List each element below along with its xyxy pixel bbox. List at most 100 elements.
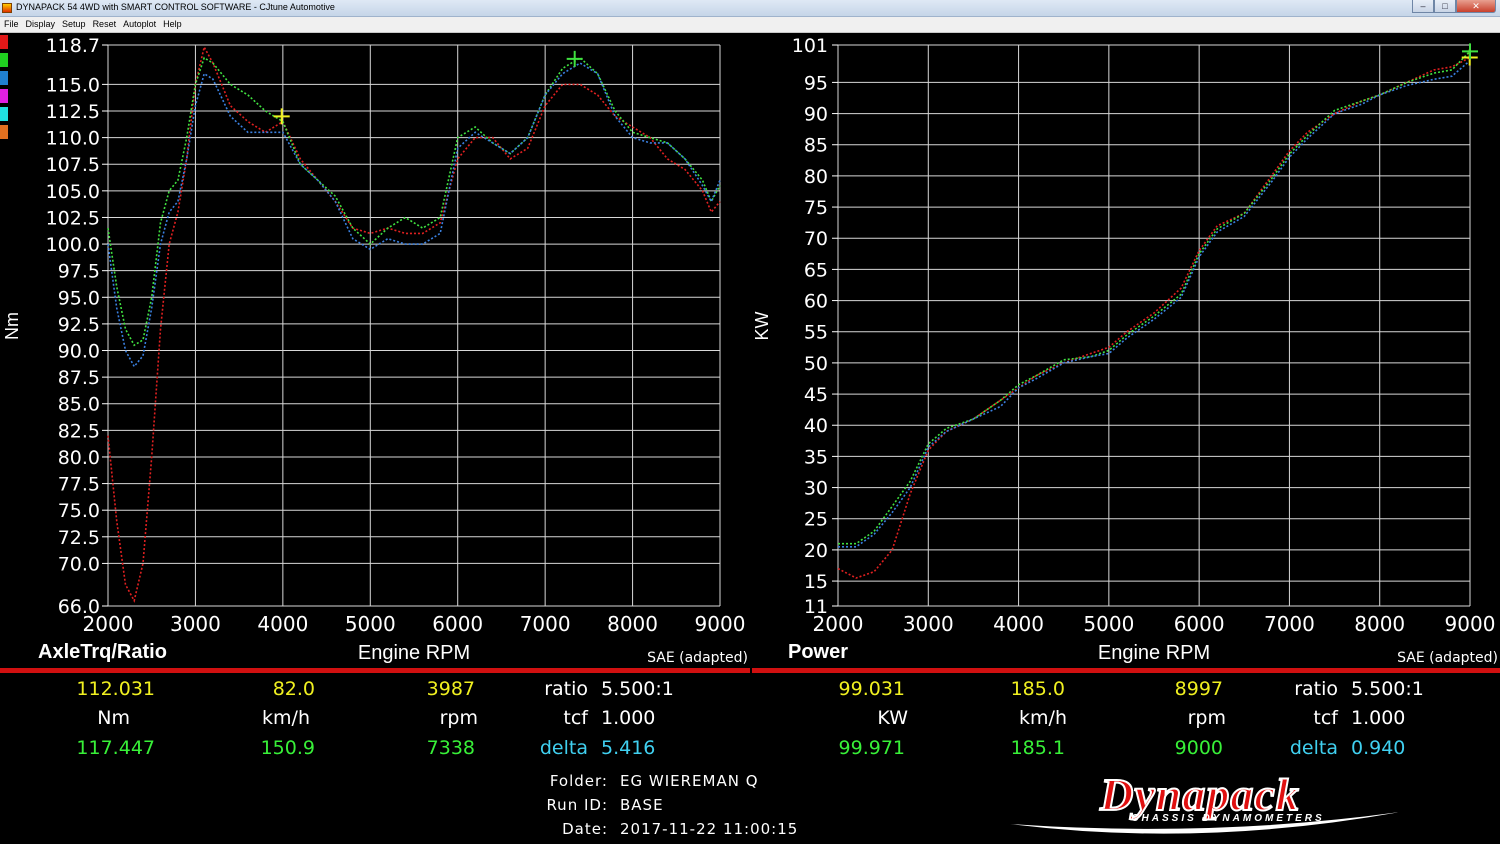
y-tick-label: 110.0 xyxy=(46,128,100,150)
right-cursor-speed: 185.0 xyxy=(1010,678,1065,700)
logo-tagline: CHASSIS DYNAMOMETERS xyxy=(1131,813,1324,824)
y-axis-label: KW xyxy=(752,311,772,340)
x-tick-label: 9000 xyxy=(695,612,746,636)
left-cursor-rpm: 3987 xyxy=(426,678,475,700)
right-cursor-power: 99.031 xyxy=(838,678,905,700)
x-tick-label: 4000 xyxy=(993,612,1044,636)
y-tick-label: 105.0 xyxy=(46,181,100,203)
left-peak-rpm: 7338 xyxy=(426,737,475,759)
dynapack-logo: Dynapack CHASSIS DYNAMOMETERS xyxy=(1010,772,1400,834)
y-tick-label: 75.0 xyxy=(58,500,100,522)
y-tick-label: 118.7 xyxy=(46,35,100,57)
y-tick-label: 20 xyxy=(804,540,828,562)
x-tick-label: 9000 xyxy=(1445,612,1496,636)
chart-panel-0: 2000 3000 4000 5000 6000 7000 8000 900066.070.0… xyxy=(2,35,748,666)
left-unit-rpm: rpm xyxy=(439,707,478,729)
correction-label: SAE (adapted) xyxy=(1397,650,1498,666)
y-tick-label: 35 xyxy=(804,446,828,468)
x-axis-label: Engine RPM xyxy=(1098,642,1210,664)
left-delta-value: 5.416 xyxy=(601,737,656,759)
series-line-1 xyxy=(107,56,721,347)
y-tick-label: 87.5 xyxy=(58,367,100,389)
y-tick-label: 95.0 xyxy=(58,287,100,309)
panel-title: Power xyxy=(788,641,848,663)
right-tcf-value: 1.000 xyxy=(1351,707,1406,729)
right-unit-speed: km/h xyxy=(1019,707,1067,729)
right-peak-power: 99.971 xyxy=(838,737,905,759)
y-tick-label: 101 xyxy=(792,35,828,57)
x-tick-label: 3000 xyxy=(170,612,221,636)
run-id-label: Run ID: xyxy=(546,796,608,814)
y-tick-label: 90 xyxy=(804,104,828,126)
chart-panel-1: 2000 3000 4000 5000 6000 7000 8000 900011152025… xyxy=(752,35,1498,666)
y-tick-label: 70 xyxy=(804,228,828,250)
left-delta-label: delta xyxy=(539,737,588,759)
left-tcf-label: tcf xyxy=(563,707,588,729)
correction-label: SAE (adapted) xyxy=(647,650,748,666)
right-delta-value: 0.940 xyxy=(1351,737,1406,759)
left-ratio-label: ratio xyxy=(544,678,588,700)
y-tick-label: 90.0 xyxy=(58,341,100,363)
y-tick-label: 60 xyxy=(804,291,828,313)
right-peak-rpm: 9000 xyxy=(1174,737,1223,759)
left-cursor-speed: 82.0 xyxy=(272,678,315,700)
x-tick-label: 7000 xyxy=(1264,612,1315,636)
right-peak-speed: 185.1 xyxy=(1010,737,1065,759)
x-tick-label: 5000 xyxy=(345,612,396,636)
folder-label: Folder: xyxy=(549,772,608,790)
y-tick-label: 77.5 xyxy=(58,474,100,496)
right-unit-power: KW xyxy=(877,707,908,729)
x-tick-label: 4000 xyxy=(257,612,308,636)
right-delta-label: delta xyxy=(1289,737,1338,759)
y-tick-label: 75 xyxy=(804,197,828,219)
y-tick-label: 102.5 xyxy=(46,207,100,229)
separator-right xyxy=(752,668,1500,673)
y-tick-label: 40 xyxy=(804,415,828,437)
y-tick-label: 100.0 xyxy=(46,234,100,256)
x-tick-label: 3000 xyxy=(903,612,954,636)
series-line-0 xyxy=(837,56,1471,579)
y-tick-label: 72.5 xyxy=(58,527,100,549)
y-tick-label: 50 xyxy=(804,353,828,375)
y-tick-label: 115.0 xyxy=(46,74,100,96)
x-tick-label: 7000 xyxy=(520,612,571,636)
y-tick-label: 11 xyxy=(804,596,828,618)
y-tick-label: 15 xyxy=(804,571,828,593)
left-cursor-torque: 112.031 xyxy=(76,678,155,700)
left-unit-torque: Nm xyxy=(97,707,130,729)
panel-title: AxleTrq/Ratio xyxy=(38,641,167,663)
y-tick-label: 30 xyxy=(804,478,828,500)
y-tick-label: 112.5 xyxy=(46,101,100,123)
y-tick-label: 80 xyxy=(804,166,828,188)
y-tick-label: 80.0 xyxy=(58,447,100,469)
peak-marker xyxy=(566,50,583,67)
x-tick-label: 6000 xyxy=(1174,612,1225,636)
y-tick-label: 95 xyxy=(804,72,828,94)
x-tick-label: 8000 xyxy=(607,612,658,636)
left-peak-torque: 117.447 xyxy=(76,737,155,759)
y-tick-label: 85 xyxy=(804,135,828,157)
y-tick-label: 55 xyxy=(804,322,828,344)
left-tcf-value: 1.000 xyxy=(601,707,656,729)
right-tcf-label: tcf xyxy=(1313,707,1338,729)
left-ratio-value: 5.500:1 xyxy=(601,678,674,700)
series-line-2 xyxy=(838,59,1471,548)
right-unit-rpm: rpm xyxy=(1187,707,1226,729)
y-axis-label: Nm xyxy=(2,312,22,340)
right-ratio-label: ratio xyxy=(1294,678,1338,700)
run-id-value: BASE xyxy=(620,796,664,814)
y-tick-label: 82.5 xyxy=(58,420,100,442)
y-tick-label: 92.5 xyxy=(58,314,100,336)
dyno-charts: 2000 3000 4000 5000 6000 7000 8000 900066.070.0… xyxy=(2,35,1498,666)
x-tick-label: 8000 xyxy=(1354,612,1405,636)
series-line-2 xyxy=(107,62,721,368)
y-tick-label: 70.0 xyxy=(58,553,100,575)
y-tick-label: 85.0 xyxy=(58,394,100,416)
folder-value: EG WIEREMAN Q xyxy=(620,772,759,790)
x-tick-label: 5000 xyxy=(1083,612,1134,636)
date-label: Date: xyxy=(562,820,608,838)
left-peak-speed: 150.9 xyxy=(260,737,315,759)
date-value: 2017-11-22 11:00:15 xyxy=(620,820,799,838)
y-tick-label: 107.5 xyxy=(46,154,100,176)
x-tick-label: 6000 xyxy=(432,612,483,636)
